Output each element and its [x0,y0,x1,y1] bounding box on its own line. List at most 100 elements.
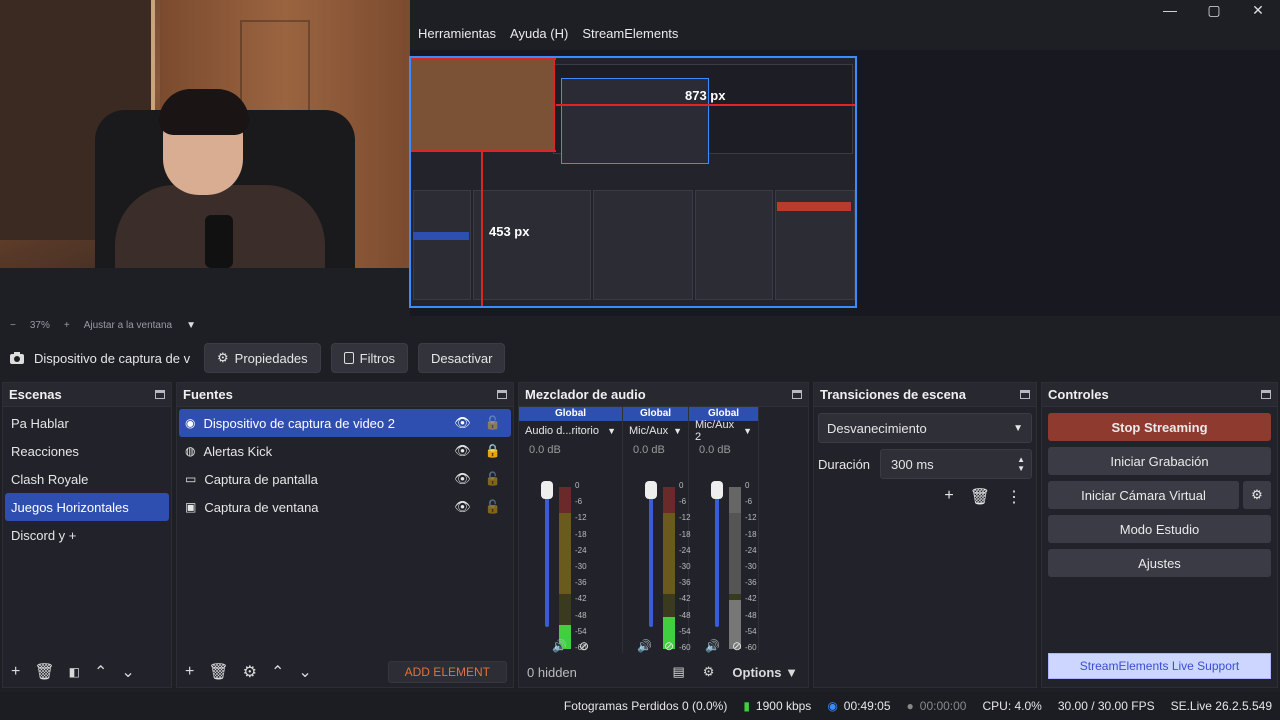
volume-knob[interactable] [541,481,553,499]
source-item[interactable]: ▭ Captura de pantalla 👁 🔓 [179,465,511,493]
scene-item-selected[interactable]: Juegos Horizontales [5,493,169,521]
eye-icon[interactable]: 👁 [454,443,471,459]
filters-label: Filtros [359,350,396,366]
fit-to-window[interactable]: Ajustar a la ventana [84,320,172,331]
meter-yellow-zone [663,512,675,594]
chevron-down-icon: ▼ [673,426,682,436]
scale-tick: -48 [745,610,757,620]
virtual-camera-settings[interactable]: ⚙ [1243,481,1271,509]
undock-icon[interactable] [1261,390,1271,399]
meter-yellow-zone [559,512,571,594]
stop-streaming-button[interactable]: Stop Streaming [1048,413,1271,441]
source-item-selected[interactable]: ◉ Dispositivo de captura de video 2 👁 🔓 [179,409,511,437]
channel-name-dropdown[interactable]: Mic/Aux 2 ▼ [689,419,758,443]
add-transition-icon[interactable]: + [944,487,953,507]
chevron-down-icon: ▼ [607,426,616,436]
preview-source-selection[interactable]: 873 px 453 px [409,56,857,308]
maximize-button[interactable]: ▢ [1192,0,1236,22]
monitor-off-icon[interactable]: ⊘ [664,639,674,659]
spinner-icon[interactable]: ▲ ▼ [1017,455,1025,473]
gear-icon[interactable]: ⚙ [243,662,257,682]
trash-icon[interactable]: 🗑 [208,662,228,682]
scene-item[interactable]: Reacciones [5,437,169,465]
source-item[interactable]: ▣ Captura de ventana 👁 🔓 [179,493,511,521]
meter-red-zone [729,487,741,513]
filters-button[interactable]: Filtros [330,343,409,373]
streamelements-support-button[interactable]: StreamElements Live Support [1048,653,1271,679]
audio-meter [729,487,741,649]
options-button[interactable]: Options ▼ [732,665,798,680]
eye-icon[interactable]: 👁 [454,471,471,487]
source-name: Captura de pantalla [204,471,318,487]
scale-tick: -30 [745,562,757,571]
undock-icon[interactable] [497,390,507,399]
volume-slider[interactable] [541,481,553,627]
menu-streamelements[interactable]: StreamElements [582,24,678,46]
trash-icon[interactable]: 🗑 [34,662,54,682]
properties-button[interactable]: ⚙ Propiedades [204,343,321,373]
move-up-icon[interactable]: ⌃ [271,662,284,682]
duration-input[interactable]: 300 ms ▲ ▼ [880,449,1032,479]
volume-slider[interactable] [711,481,723,627]
source-item[interactable]: ◍ Alertas Kick 👁 🔒 [179,437,511,465]
move-down-icon[interactable]: ⌄ [298,662,311,682]
lock-icon[interactable]: 🔒 [485,443,501,459]
audio-meter [559,487,571,649]
channel-name-dropdown[interactable]: Audio d...ritorio ▼ [519,421,622,441]
zoom-dropdown[interactable]: ▼ [186,320,196,331]
scale-tick: -36 [745,578,757,588]
close-button[interactable]: ✕ [1236,0,1280,22]
zoom-out-button[interactable]: − [10,320,16,331]
unlock-icon[interactable]: 🔓 [485,471,501,487]
scene-item[interactable]: Clash Royale [5,465,169,493]
menu-tools[interactable]: Herramientas [418,24,496,46]
camera-icon: ◉ [185,416,196,430]
filter-icon[interactable]: ◧ [69,665,80,679]
undock-icon[interactable] [1020,390,1030,399]
nested-transitions-dock [695,190,773,300]
record-time: 00:00:00 [919,699,967,713]
volume-knob[interactable] [645,481,657,499]
eye-icon[interactable]: 👁 [454,415,471,431]
channel-header: Global [623,407,688,421]
layout-icon[interactable]: ▤ [672,664,684,680]
transition-select[interactable]: Desvanecimiento ▼ [818,413,1032,443]
volume-slider[interactable] [645,481,657,627]
move-down-icon[interactable]: ⌄ [121,662,134,682]
monitor-off-icon[interactable]: ⊘ [732,639,742,659]
guide-line-right [553,58,555,150]
virtual-camera-button[interactable]: Iniciar Cámara Virtual [1048,481,1239,509]
add-scene-icon[interactable]: + [11,663,20,681]
window-controls: — ▢ ✕ [1148,0,1280,22]
volume-knob[interactable] [711,481,723,499]
gear-icon[interactable]: ⚙ [703,664,715,680]
scenes-title: Escenas [9,387,62,402]
scene-item[interactable]: Discord y + [5,521,169,549]
undock-icon[interactable] [155,390,165,399]
add-source-icon[interactable]: + [185,663,194,681]
speaker-icon[interactable]: 🔊 [552,639,567,659]
monitor-off-icon[interactable]: ⊘ [579,639,589,659]
unlock-icon[interactable]: 🔓 [485,415,501,431]
start-recording-button[interactable]: Iniciar Grabación [1048,447,1271,475]
undock-icon[interactable] [792,390,802,399]
studio-mode-button[interactable]: Modo Estudio [1048,515,1271,543]
zoom-in-button[interactable]: + [64,320,70,331]
speaker-icon[interactable]: 🔊 [637,639,652,659]
settings-button[interactable]: Ajustes [1048,549,1271,577]
meter-red-zone [663,487,675,513]
menu-help[interactable]: Ayuda (H) [510,24,568,46]
trash-icon[interactable]: 🗑 [970,487,990,507]
move-up-icon[interactable]: ⌃ [94,662,107,682]
channel-name-dropdown[interactable]: Mic/Aux ▼ [623,421,688,441]
streamer-hair [159,89,249,135]
deactivate-button[interactable]: Desactivar [418,343,506,373]
more-options-icon[interactable]: ⋮ [1006,487,1022,507]
add-element-button[interactable]: ADD ELEMENT [387,661,507,683]
unlock-icon[interactable]: 🔓 [485,499,501,515]
eye-icon[interactable]: 👁 [454,499,471,515]
minimize-button[interactable]: — [1148,0,1192,22]
scene-item[interactable]: Pa Hablar [5,409,169,437]
muted-speaker-icon[interactable]: 🔊 [705,639,720,659]
meter-scale: 0 -6 -12 -18 -24 -30 -36 -42 -48 -54 -60 [745,481,775,652]
